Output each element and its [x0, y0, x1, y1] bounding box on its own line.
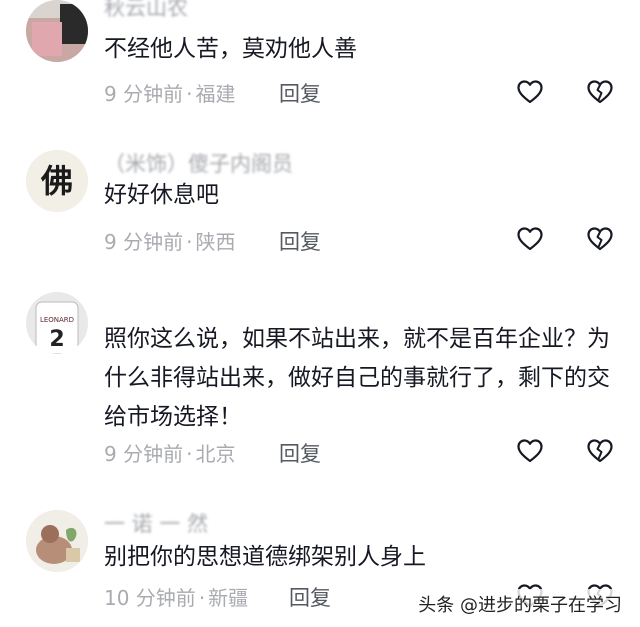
- username[interactable]: 一 诺 一 然: [104, 508, 208, 538]
- svg-text:2: 2: [49, 327, 64, 352]
- svg-text:佛: 佛: [40, 162, 73, 200]
- broken-heart-icon[interactable]: [587, 227, 613, 251]
- timestamp: 9 分钟前: [104, 230, 184, 254]
- reply-button[interactable]: 回复: [279, 438, 321, 468]
- location: 新疆: [208, 586, 249, 610]
- comment-text: 照你这么说，如果不站出来，就不是百年企业？为什么非得站出来，做好自己的事就行了，…: [104, 326, 610, 430]
- comment-text: 不经他人苦，莫劝他人善: [104, 36, 357, 62]
- location: 北京: [195, 442, 236, 466]
- reply-button[interactable]: 回复: [289, 582, 331, 612]
- location: 福建: [195, 82, 236, 106]
- avatar[interactable]: LEONARD 2: [26, 292, 88, 354]
- timestamp: 9 分钟前: [104, 442, 184, 466]
- heart-icon[interactable]: [517, 227, 543, 251]
- location: 陕西: [195, 230, 236, 254]
- comment-meta: 9 分钟前 · 北京: [104, 442, 236, 466]
- timestamp: 10 分钟前: [104, 586, 196, 610]
- comment-text: 好好休息吧: [104, 182, 219, 208]
- username[interactable]: 秋云山农: [104, 0, 188, 22]
- comment-text: 别把你的思想道德绑架别人身上: [104, 544, 426, 570]
- avatar[interactable]: [26, 510, 88, 572]
- reply-button[interactable]: 回复: [279, 78, 321, 108]
- comment-meta: 9 分钟前 · 陕西: [104, 230, 236, 254]
- comment-screen: { "comments": [ { "username": "秋云山农", "t…: [0, 0, 640, 627]
- watermark: 头条 @进步的栗子在学习: [414, 589, 626, 619]
- heart-icon[interactable]: [517, 439, 543, 463]
- broken-heart-icon[interactable]: [587, 439, 613, 463]
- broken-heart-icon[interactable]: [587, 80, 613, 104]
- username[interactable]: （米饰）傻子内阁员: [104, 148, 293, 178]
- heart-icon[interactable]: [517, 80, 543, 104]
- reply-button[interactable]: 回复: [279, 226, 321, 256]
- svg-text:LEONARD: LEONARD: [40, 316, 74, 324]
- comment-meta: 10 分钟前 · 新疆: [104, 586, 249, 610]
- comment-meta: 9 分钟前 · 福建: [104, 82, 236, 106]
- avatar[interactable]: [26, 0, 88, 62]
- timestamp: 9 分钟前: [104, 82, 184, 106]
- avatar[interactable]: 佛: [26, 150, 88, 212]
